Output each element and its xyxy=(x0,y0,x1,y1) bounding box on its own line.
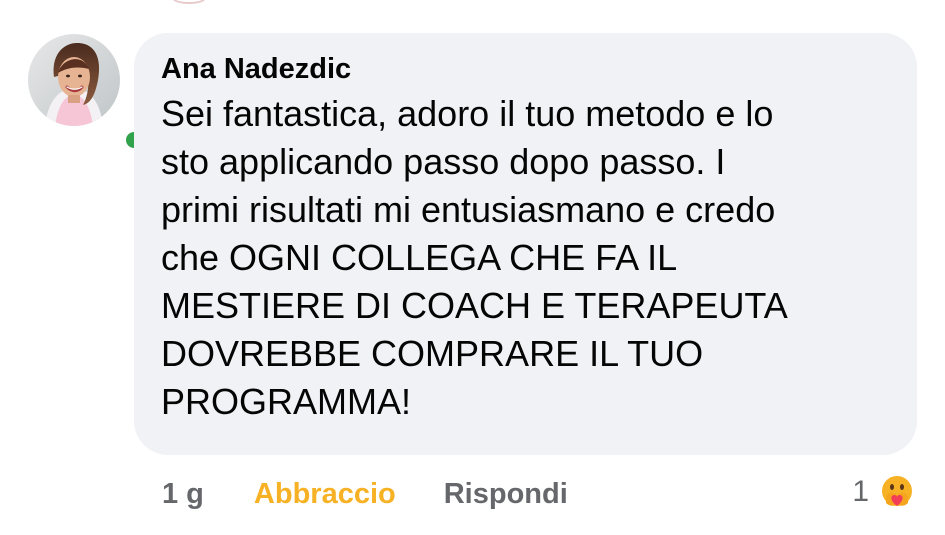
comment-body-line: MESTIERE DI COACH E TERAPEUTA xyxy=(161,285,788,326)
comment-body-line: PROGRAMMA! xyxy=(161,381,412,422)
comment-body: Sei fantastica, adoro il tuo metodo e lo… xyxy=(161,90,893,426)
comment-bubble[interactable]: Ana Nadezdic Sei fantastica, adoro il tu… xyxy=(134,33,917,455)
comment-body-line: che OGNI COLLEGA CHE FA IL xyxy=(161,237,678,278)
comment-thread-item: Ana Nadezdic Sei fantastica, adoro il tu… xyxy=(0,0,945,535)
reaction-count: 1 xyxy=(852,475,869,508)
previous-reaction-fragment xyxy=(172,0,206,4)
reply-button[interactable]: Rispondi xyxy=(444,478,568,511)
comment-author-name[interactable]: Ana Nadezdic xyxy=(161,51,893,87)
comment-body-line: DOVREBBE COMPRARE IL TUO xyxy=(161,333,704,374)
care-emoji-icon xyxy=(878,473,916,511)
comment-actions: 1 g Abbraccio Rispondi xyxy=(162,474,568,514)
comment-body-line: sto applicando passo dopo passo. I xyxy=(161,141,726,182)
comment-timestamp[interactable]: 1 g xyxy=(162,478,204,511)
avatar-container[interactable] xyxy=(28,34,146,152)
reaction-button[interactable]: Abbraccio xyxy=(254,478,396,511)
comment-body-line: Sei fantastica, adoro il tuo metodo e lo xyxy=(161,93,774,134)
reaction-summary[interactable]: 1 xyxy=(852,472,917,512)
comment-body-line: primi risultati mi entusiasmano e credo xyxy=(161,189,776,230)
avatar[interactable] xyxy=(28,34,120,126)
